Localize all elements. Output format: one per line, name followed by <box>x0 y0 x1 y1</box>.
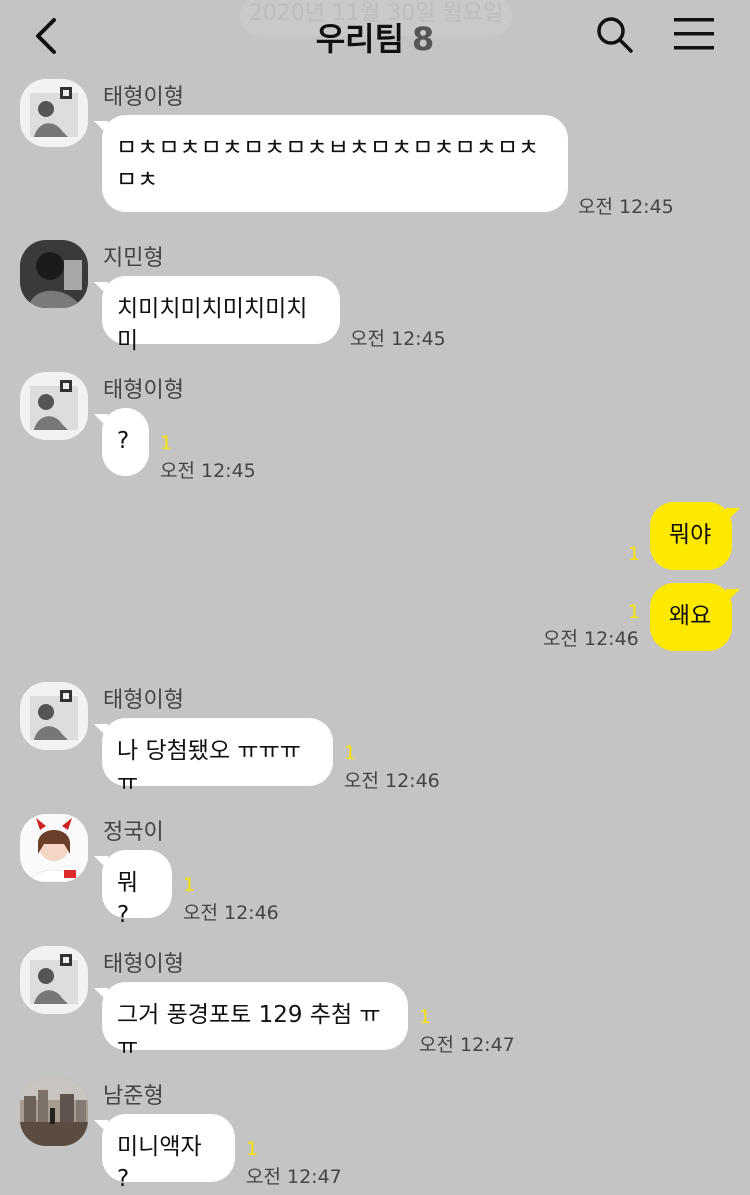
unread-count: 1 <box>344 742 357 764</box>
unread-count: 1 <box>628 543 641 565</box>
sender-name: 태형이형 <box>103 952 184 977</box>
message-bubble[interactable]: 미니액자 ? <box>94 1114 235 1192</box>
message-time: 오전 12:45 <box>578 196 674 218</box>
menu-icon[interactable] <box>672 16 716 52</box>
avatar-taehyung[interactable] <box>20 79 88 147</box>
message-text: 그거 풍경포토 129 추첨 ㅠㅠ <box>117 1002 381 1060</box>
message-bubble[interactable]: 뭐 ? <box>94 850 172 928</box>
message-bubble[interactable]: 그거 풍경포토 129 추첨 ㅠㅠ <box>94 982 408 1060</box>
chat-title: 우리팀 8 <box>0 14 750 60</box>
message-bubble[interactable]: ㅁㅊㅁㅊㅁㅊㅁㅊㅁㅊㅂㅊㅁㅊㅁㅊㅁㅊㅁㅊㅁㅊ <box>94 115 568 212</box>
message-text: 나 당첨됐오 ㅠㅠㅠㅠ <box>117 738 301 796</box>
message-bubble[interactable]: 나 당첨됐오 ㅠㅠㅠㅠ <box>94 718 333 796</box>
sender-name: 지민형 <box>103 246 164 271</box>
message-text: 미니액자 ? <box>117 1134 202 1192</box>
sender-name: 태형이형 <box>103 378 184 403</box>
chat-header: 2020년 11월 30일 월요일 우리팀 8 <box>0 0 750 68</box>
avatar-jimin[interactable] <box>20 240 88 308</box>
message-bubble[interactable]: ? <box>94 408 149 476</box>
unread-count: 1 <box>183 874 196 896</box>
message-time: 오전 12:46 <box>183 902 279 924</box>
message-time: 오전 12:46 <box>543 628 639 650</box>
unread-count: 1 <box>628 601 641 623</box>
message-text: ? <box>117 428 130 454</box>
unread-count: 1 <box>246 1138 259 1160</box>
sender-name: 남준형 <box>103 1084 164 1109</box>
avatar-namjoon[interactable] <box>20 1078 88 1146</box>
avatar-taehyung[interactable] <box>20 682 88 750</box>
unread-count: 1 <box>160 432 173 454</box>
sender-name: 정국이 <box>103 820 164 845</box>
message-text: 왜요 <box>669 603 712 629</box>
message-text: 치미치미치미치미치미 <box>117 296 308 354</box>
my-message-bubble[interactable]: 왜요 <box>650 583 740 651</box>
avatar-taehyung[interactable] <box>20 372 88 440</box>
message-time: 오전 12:45 <box>350 328 446 350</box>
message-time: 오전 12:47 <box>419 1034 515 1056</box>
message-time: 오전 12:45 <box>160 460 256 482</box>
sender-name: 태형이형 <box>103 85 184 110</box>
message-time: 오전 12:46 <box>344 770 440 792</box>
message-text: 뭐야 <box>669 522 712 548</box>
member-count: 8 <box>412 20 435 58</box>
unread-count: 1 <box>419 1006 432 1028</box>
search-icon[interactable] <box>594 14 634 54</box>
message-text: ㅁㅊㅁㅊㅁㅊㅁㅊㅁㅊㅂㅊㅁㅊㅁㅊㅁㅊㅁㅊㅁㅊ <box>116 135 540 193</box>
message-text: 뭐 ? <box>117 870 139 928</box>
my-message-bubble[interactable]: 뭐야 <box>650 502 740 570</box>
message-bubble[interactable]: 치미치미치미치미치미 <box>94 276 340 354</box>
avatar-taehyung[interactable] <box>20 946 88 1014</box>
room-name: 우리팀 <box>315 20 405 58</box>
avatar-jungkook[interactable] <box>20 814 88 882</box>
sender-name: 태형이형 <box>103 688 184 713</box>
